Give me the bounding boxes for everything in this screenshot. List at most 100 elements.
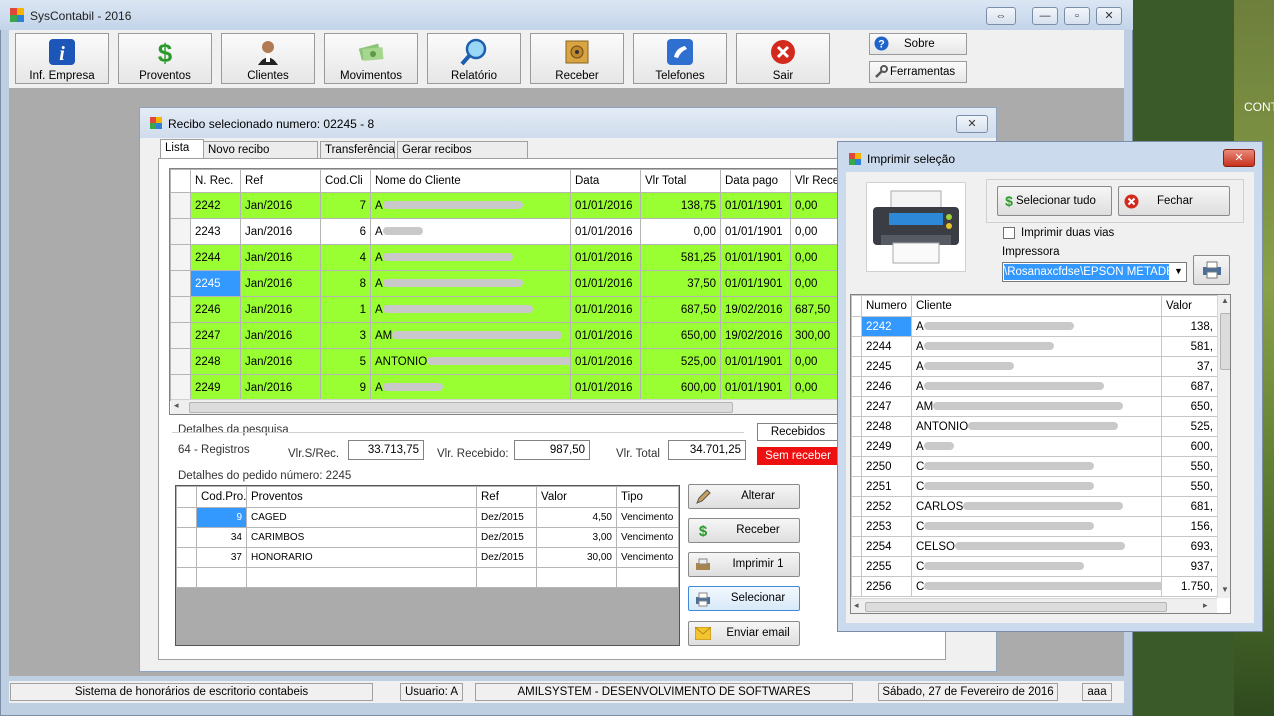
column-header[interactable]: Tipo — [616, 486, 679, 508]
table-cell[interactable]: Jan/2016 — [240, 322, 321, 349]
column-header[interactable]: Data pago — [720, 169, 791, 193]
table-row[interactable]: 37 HONORARIO Dez/2015 30,00 Vencimento — [176, 547, 679, 568]
table-row[interactable]: 2246 A 687, — [851, 376, 1218, 397]
row-header[interactable] — [176, 527, 197, 548]
telefones-button[interactable]: Telefones — [633, 33, 727, 84]
table-cell[interactable]: 600, — [1161, 436, 1218, 457]
table-cell[interactable] — [246, 567, 477, 588]
table-cell[interactable]: C — [911, 456, 1162, 477]
scroll-right-arrow-icon[interactable]: ▸ — [1203, 600, 1208, 611]
table-cell[interactable]: 01/01/1901 — [720, 192, 791, 219]
table-row[interactable]: 2247 AM 650, — [851, 396, 1218, 417]
column-header[interactable]: N. Rec. — [190, 169, 241, 193]
table-cell[interactable] — [176, 567, 197, 588]
vlr-total-field[interactable]: 34.701,25 — [668, 440, 746, 460]
table-row[interactable]: 2249 A 600, — [851, 436, 1218, 457]
table-cell[interactable]: 156, — [1161, 516, 1218, 537]
table-cell[interactable]: 01/01/2016 — [570, 374, 641, 401]
table-cell[interactable]: ANTONIO — [370, 348, 571, 375]
table-cell[interactable]: 7 — [320, 192, 371, 219]
table-cell[interactable]: 37, — [1161, 356, 1218, 377]
table-cell[interactable]: 37,50 — [640, 270, 721, 297]
tab-novo-recibo[interactable]: Novo recibo individual — [203, 141, 318, 172]
table-row[interactable]: 2249 Jan/2016 9 A 01/01/2016 600,00 01/01/1901… — [170, 374, 868, 401]
table-cell[interactable]: 525, — [1161, 416, 1218, 437]
table-cell[interactable]: 01/01/2016 — [570, 348, 641, 375]
table-row[interactable]: 2242 A 138, — [851, 316, 1218, 337]
table-cell[interactable]: 2246 — [190, 296, 241, 323]
row-header[interactable] — [851, 416, 862, 437]
selecionar-tudo-button[interactable]: $ Selecionar tudo — [997, 186, 1112, 216]
selecionar-button[interactable]: Selecionar — [688, 586, 800, 611]
table-cell[interactable]: 687, — [1161, 376, 1218, 397]
table-cell[interactable]: Jan/2016 — [240, 296, 321, 323]
table-cell[interactable]: 2248 — [861, 416, 912, 437]
tab-gerar-recibos[interactable]: Gerar recibos selecionado — [397, 141, 528, 172]
table-cell[interactable]: 01/01/2016 — [570, 192, 641, 219]
table-cell[interactable]: 30,00 — [536, 547, 617, 568]
column-header[interactable]: Data — [570, 169, 641, 193]
table-cell[interactable]: A — [370, 244, 571, 271]
table-cell[interactable]: 2248 — [190, 348, 241, 375]
sair-button[interactable]: Sair — [736, 33, 830, 84]
row-header[interactable] — [176, 507, 197, 528]
row-header[interactable] — [176, 547, 197, 568]
table-cell[interactable]: 2244 — [861, 336, 912, 357]
table-cell[interactable]: 0,00 — [640, 218, 721, 245]
row-header[interactable] — [851, 536, 862, 557]
table-cell[interactable]: 1.750, — [1161, 576, 1218, 597]
row-header[interactable] — [170, 218, 191, 245]
table-cell[interactable]: 9 — [320, 374, 371, 401]
printer-settings-button[interactable] — [1193, 255, 1230, 285]
vlr-recebido-field[interactable]: 987,50 — [514, 440, 590, 460]
table-row[interactable]: 2247 Jan/2016 3 AM 01/01/2016 650,00 19/02/201… — [170, 322, 868, 349]
proventos-button[interactable]: $ Proventos — [118, 33, 212, 84]
row-header[interactable] — [851, 336, 862, 357]
row-header[interactable] — [851, 496, 862, 517]
table-row[interactable]: 2254 CELSO 693, — [851, 536, 1218, 557]
table-cell[interactable] — [476, 567, 537, 588]
table-cell[interactable]: 650,00 — [640, 322, 721, 349]
table-cell[interactable] — [616, 567, 679, 588]
table-cell[interactable]: A — [911, 316, 1162, 337]
imprimir-button[interactable]: Imprimir 1 — [688, 552, 800, 577]
table-row[interactable]: 34 CARIMBOS Dez/2015 3,00 Vencimento — [176, 527, 679, 548]
table-cell[interactable]: C — [911, 576, 1162, 597]
table-cell[interactable]: 4 — [320, 244, 371, 271]
table-cell[interactable]: Dez/2015 — [476, 507, 537, 528]
column-header[interactable]: Cod.Cli — [320, 169, 371, 193]
row-header[interactable] — [170, 244, 191, 271]
table-cell[interactable]: 01/01/1901 — [720, 374, 791, 401]
receber-button[interactable]: Receber — [530, 33, 624, 84]
enviar-email-button[interactable]: Enviar email — [688, 621, 800, 646]
table-cell[interactable]: 550, — [1161, 456, 1218, 477]
table-row[interactable]: 2242 Jan/2016 7 A 01/01/2016 138,75 01/01/1901… — [170, 192, 868, 219]
table-cell[interactable]: 4,50 — [536, 507, 617, 528]
table-cell[interactable]: 2256 — [861, 576, 912, 597]
table-row[interactable]: 2255 C 937, — [851, 556, 1218, 577]
column-header[interactable]: Valor — [1161, 295, 1218, 317]
table-cell[interactable]: 01/01/1901 — [720, 244, 791, 271]
print-grid-horizontal-scrollbar[interactable]: ◂ ▸ — [851, 598, 1217, 613]
table-cell[interactable]: A — [911, 436, 1162, 457]
table-cell[interactable]: 2246 — [861, 376, 912, 397]
table-cell[interactable]: 8 — [320, 270, 371, 297]
table-cell[interactable]: 550, — [1161, 476, 1218, 497]
table-cell[interactable]: Jan/2016 — [240, 348, 321, 375]
table-cell[interactable]: 2249 — [861, 436, 912, 457]
ferramentas-button[interactable]: Ferramentas — [869, 61, 967, 83]
table-row[interactable]: 2243 Jan/2016 6 A 01/01/2016 0,00 01/01/1901 0,… — [170, 218, 868, 245]
table-cell[interactable]: 2249 — [190, 374, 241, 401]
table-cell[interactable]: 525,00 — [640, 348, 721, 375]
table-row[interactable]: 2248 ANTONIO 525, — [851, 416, 1218, 437]
table-cell[interactable]: 2242 — [861, 316, 912, 337]
table-row[interactable]: 2250 C 550, — [851, 456, 1218, 477]
table-cell[interactable]: 650, — [1161, 396, 1218, 417]
print-grid-vertical-scrollbar[interactable]: ▲ ▼ — [1217, 295, 1230, 598]
impressora-select[interactable]: \Rosanaxcfdse\EPSON METADE ▼ — [1002, 262, 1187, 282]
table-cell[interactable]: Jan/2016 — [240, 270, 321, 297]
table-cell[interactable]: C — [911, 556, 1162, 577]
table-cell[interactable]: 2245 — [861, 356, 912, 377]
row-header[interactable] — [851, 576, 862, 597]
table-row[interactable]: 2252 CARLOS 681, — [851, 496, 1218, 517]
